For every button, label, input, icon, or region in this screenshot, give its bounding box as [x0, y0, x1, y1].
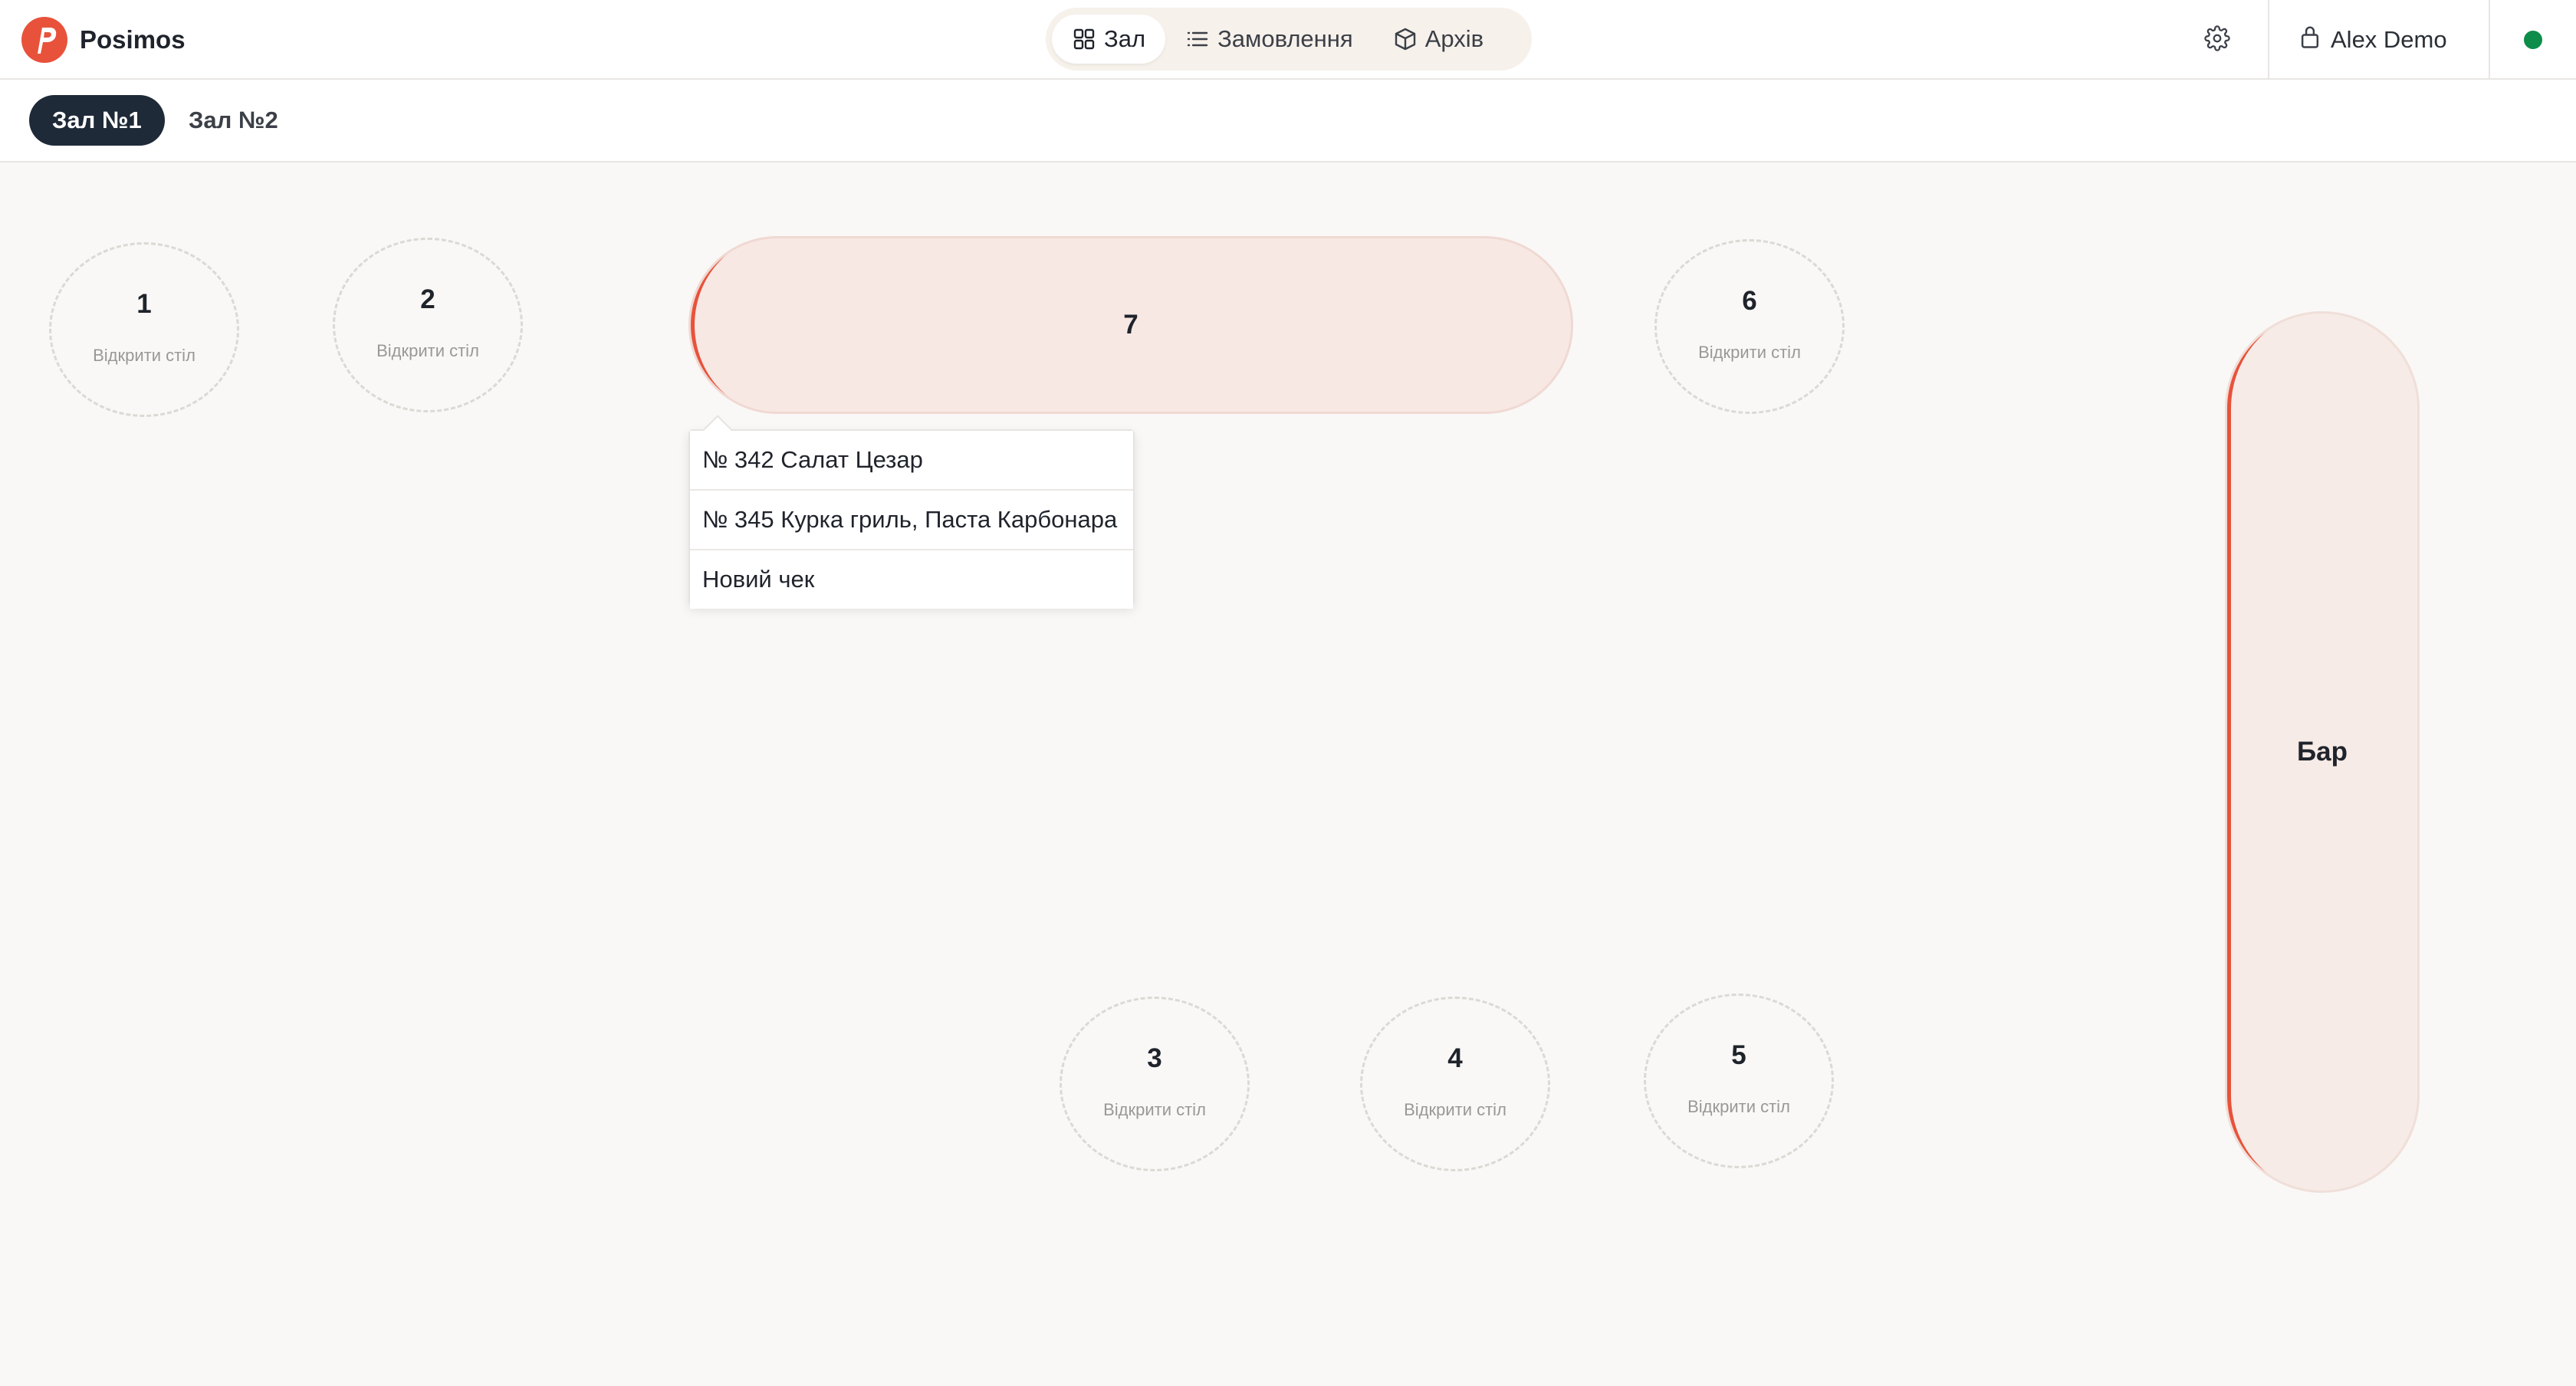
top-bar: Posimos Зал Замовлення Архів Alex Demo — [0, 0, 2576, 80]
nav-tab-hall[interactable]: Зал — [1052, 15, 1166, 64]
hall-tab-2[interactable]: Зал №2 — [166, 95, 301, 146]
user-menu[interactable]: Alex Demo — [2298, 17, 2447, 63]
new-check-button[interactable]: Новий чек — [690, 550, 1133, 609]
table-5[interactable]: 5 Відкрити стіл — [1644, 994, 1834, 1168]
table-4[interactable]: 4 Відкрити стіл — [1360, 997, 1550, 1171]
posimos-logo-icon — [21, 17, 67, 63]
connection-status-indicator — [2524, 31, 2542, 49]
open-table-label: Відкрити стіл — [376, 341, 479, 360]
main-nav: Зал Замовлення Архів — [1046, 8, 1532, 71]
table-3[interactable]: 3 Відкрити стіл — [1060, 997, 1250, 1171]
nav-tab-label: Зал — [1104, 25, 1146, 52]
check-item-345[interactable]: № 345 Курка гриль, Паста Карбонара — [690, 491, 1133, 550]
open-table-label: Відкрити стіл — [93, 346, 196, 365]
open-table-label: Відкрити стіл — [1698, 343, 1801, 362]
header-divider — [2268, 0, 2269, 80]
nav-tab-orders[interactable]: Замовлення — [1165, 15, 1373, 64]
open-table-label: Відкрити стіл — [1103, 1100, 1206, 1119]
hall-tabs-bar: Зал №1 Зал №2 — [0, 80, 2576, 163]
list-icon — [1185, 27, 1210, 51]
table-number: 5 — [1731, 1040, 1746, 1070]
table-number: 4 — [1447, 1043, 1463, 1073]
bar-label: Бар — [2296, 737, 2348, 767]
table-number: 2 — [420, 284, 435, 314]
open-table-label: Відкрити стіл — [1687, 1097, 1790, 1116]
hall-tab-1[interactable]: Зал №1 — [29, 95, 165, 146]
nav-tab-label: Замовлення — [1217, 25, 1353, 52]
settings-button[interactable] — [2199, 21, 2236, 58]
table-number: 7 — [1123, 310, 1138, 340]
gear-icon — [2204, 25, 2230, 55]
table-number: 6 — [1742, 286, 1757, 316]
user-name: Alex Demo — [2331, 26, 2447, 53]
box-icon — [1393, 27, 1418, 51]
table-6[interactable]: 6 Відкрити стіл — [1654, 239, 1845, 414]
app-name: Posimos — [80, 25, 186, 54]
header-divider — [2489, 0, 2490, 80]
grid-icon — [1072, 27, 1096, 51]
table-2[interactable]: 2 Відкрити стіл — [333, 238, 523, 412]
check-item-342[interactable]: № 342 Салат Цезар — [690, 431, 1133, 491]
table-number: 1 — [136, 289, 152, 319]
table-7[interactable]: 7 — [688, 236, 1573, 414]
brand[interactable]: Posimos — [21, 17, 186, 63]
table-7-checks-popover: № 342 Салат Цезар № 345 Курка гриль, Пас… — [688, 415, 1135, 609]
bar-counter[interactable]: Бар — [2225, 311, 2420, 1193]
table-1[interactable]: 1 Відкрити стіл — [49, 242, 239, 417]
table-number: 3 — [1147, 1043, 1162, 1073]
open-table-label: Відкрити стіл — [1404, 1100, 1506, 1119]
nav-tab-label: Архів — [1424, 25, 1484, 52]
lock-icon — [2298, 25, 2321, 55]
nav-tab-archive[interactable]: Архів — [1373, 15, 1503, 64]
